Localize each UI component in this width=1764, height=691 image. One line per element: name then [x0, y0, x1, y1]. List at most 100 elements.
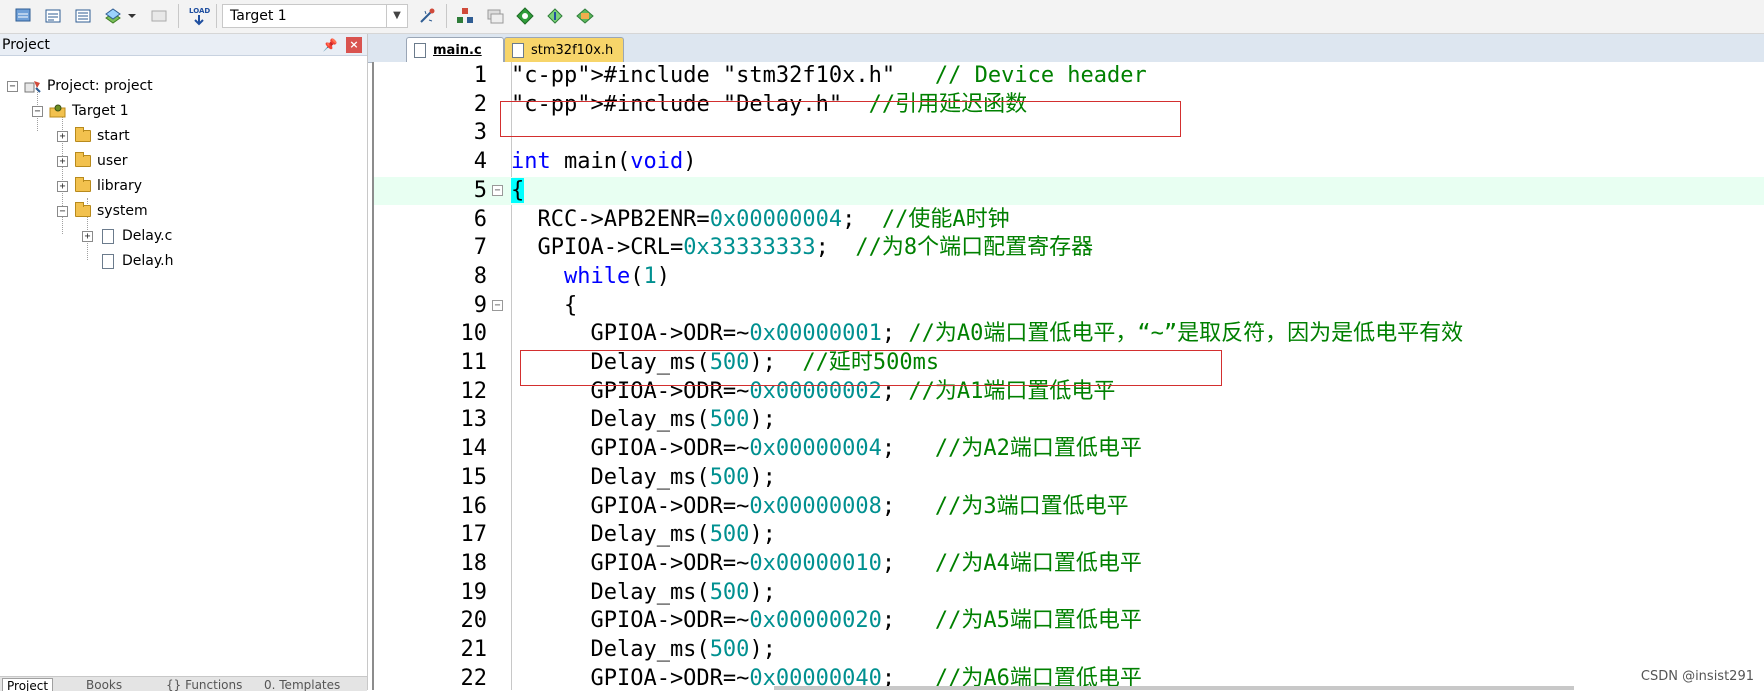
tab-stm32f10x-h[interactable]: stm32f10x.h	[504, 37, 624, 62]
code-line[interactable]: 17 Delay_ms(500);	[374, 521, 1764, 550]
file-icon	[512, 43, 524, 58]
line-number: 4	[473, 149, 487, 175]
code-line[interactable]: 7 GPIOA->CRL=0x33333333; //为8个端口配置寄存器	[374, 234, 1764, 263]
code-text: Delay_ms(500);	[511, 464, 776, 490]
expand-icon[interactable]: +	[57, 180, 68, 192]
code-line[interactable]: 6 RCC->APB2ENR=0x00000004; //使能A时钟	[374, 206, 1764, 235]
code-line[interactable]: 20 GPIOA->ODR=~0x00000020; //为A5端口置低电平	[374, 607, 1764, 636]
code-line[interactable]: 18 GPIOA->ODR=~0x00000010; //为A4端口置低电平	[374, 550, 1764, 579]
line-number: 11	[460, 350, 488, 375]
chevron-down-icon[interactable]: ▼	[386, 5, 407, 27]
line-number: 10	[460, 321, 488, 347]
line-number: 19	[460, 579, 488, 605]
file-icon	[99, 253, 117, 269]
expand-icon[interactable]: +	[82, 230, 93, 242]
collapse-icon[interactable]: −	[7, 80, 18, 92]
code-line[interactable]: 15 Delay_ms(500);	[374, 464, 1764, 493]
target-select[interactable]: Target 1 ▼	[222, 4, 408, 28]
line-number: 14	[460, 436, 488, 462]
horizontal-scrollbar[interactable]	[774, 686, 1574, 690]
rebuild-icon[interactable]	[70, 3, 96, 29]
tree-item-system[interactable]: − system	[57, 200, 148, 222]
tab-project[interactable]: Project	[2, 678, 54, 691]
expand-icon[interactable]: +	[57, 130, 68, 142]
select-packs-icon[interactable]	[482, 3, 508, 29]
code-line[interactable]: 5−{	[374, 176, 1764, 206]
code-text: GPIOA->ODR=~0x00000020; //为A5端口置低电平	[511, 608, 1142, 634]
highlight-box-include	[500, 101, 1181, 137]
line-number: 8	[473, 263, 487, 289]
manage-components-icon[interactable]	[452, 3, 478, 29]
build-icon[interactable]	[40, 3, 66, 29]
code-text: int main(void)	[511, 149, 697, 175]
pack-installer-icon[interactable]	[542, 3, 568, 29]
tab-main-c[interactable]: main.c	[406, 37, 504, 62]
code-text: GPIOA->ODR=~0x00000010; //为A4端口置低电平	[511, 550, 1142, 576]
code-text: "c-pp">#include "stm32f10x.h" // Device …	[511, 63, 1147, 88]
options-icon[interactable]	[414, 3, 440, 29]
folder-open-icon	[74, 202, 92, 219]
tree-item-target[interactable]: − Target 1	[32, 100, 129, 122]
line-number: 6	[473, 206, 487, 232]
line-number: 13	[460, 407, 488, 433]
code-text: RCC->APB2ENR=0x00000004; //使能A时钟	[511, 206, 1010, 232]
code-text: Delay_ms(500);	[511, 522, 776, 548]
tree-item-delay-h[interactable]: Delay.h	[99, 250, 173, 272]
tree-item-project[interactable]: − Project: project	[7, 75, 153, 97]
tab-books[interactable]: Books	[82, 678, 126, 691]
stop-build-icon[interactable]	[146, 3, 172, 29]
target-select-value: Target 1	[230, 8, 287, 24]
line-number: 16	[460, 493, 488, 519]
tree-label: Delay.c	[122, 228, 173, 244]
code-line[interactable]: 13 Delay_ms(500);	[374, 406, 1764, 435]
code-editor[interactable]: 1 "c-pp">#include "stm32f10x.h" // Device…	[372, 62, 1764, 690]
highlight-box-delay	[520, 350, 1222, 386]
file-icon	[414, 43, 426, 58]
pin-icon[interactable]: 📌	[322, 37, 338, 53]
tree-item-user[interactable]: + user	[57, 150, 128, 172]
code-line[interactable]: 21 Delay_ms(500);	[374, 636, 1764, 665]
tab-functions[interactable]: {} Functions	[162, 678, 246, 691]
tree-item-start[interactable]: + start	[57, 125, 130, 147]
line-number: 9	[473, 292, 487, 318]
expand-icon[interactable]: +	[57, 155, 68, 167]
collapse-icon[interactable]: −	[57, 205, 68, 217]
batch-build-dropdown[interactable]	[126, 3, 138, 29]
translate-icon[interactable]	[10, 3, 36, 29]
project-icon	[24, 78, 42, 94]
tree-item-library[interactable]: + library	[57, 175, 142, 197]
fold-icon[interactable]: −	[492, 184, 503, 196]
code-line[interactable]: 16 GPIOA->ODR=~0x00000008; //为3端口置低电平	[374, 493, 1764, 522]
code-text: GPIOA->ODR=~0x00000004; //为A2端口置低电平	[511, 436, 1142, 462]
download-icon[interactable]: LOAD	[186, 3, 212, 29]
project-panel-title: Project 📌 ×	[0, 34, 367, 56]
line-number: 22	[460, 665, 488, 690]
software-packs-icon[interactable]	[572, 3, 598, 29]
tree-label: Target 1	[72, 103, 129, 119]
code-line[interactable]: 9− {	[374, 292, 1764, 321]
line-number: 18	[460, 550, 488, 576]
code-text: Delay_ms(500);	[511, 407, 776, 433]
code-text: GPIOA->CRL=0x33333333; //为8个端口配置寄存器	[511, 235, 1094, 261]
code-line[interactable]: 14 GPIOA->ODR=~0x00000004; //为A2端口置低电平	[374, 435, 1764, 464]
target-icon	[49, 103, 67, 119]
tree-item-delay-c[interactable]: + Delay.c	[82, 225, 172, 247]
tree-label: library	[97, 178, 143, 194]
code-line[interactable]: 1 "c-pp">#include "stm32f10x.h" // Device…	[374, 62, 1764, 91]
code-line[interactable]: 19 Delay_ms(500);	[374, 579, 1764, 608]
tab-label: stm32f10x.h	[531, 43, 614, 58]
code-line[interactable]: 10 GPIOA->ODR=~0x00000001; //为A0端口置低电平，“…	[374, 320, 1764, 349]
close-icon[interactable]: ×	[346, 37, 362, 53]
line-number: 15	[460, 464, 488, 490]
tab-templates[interactable]: 0. Templates	[260, 678, 344, 691]
collapse-icon[interactable]: −	[32, 105, 43, 117]
inspect-icon[interactable]	[512, 3, 538, 29]
fold-icon[interactable]: −	[492, 299, 503, 311]
line-number: 21	[460, 637, 488, 662]
line-number: 7	[473, 235, 487, 261]
tree-label: Project: project	[47, 78, 153, 94]
panel-title-label: Project	[2, 37, 50, 53]
batch-build-icon[interactable]	[100, 3, 126, 29]
code-line[interactable]: 8 while(1)	[374, 263, 1764, 292]
code-line[interactable]: 4 int main(void)	[374, 148, 1764, 177]
